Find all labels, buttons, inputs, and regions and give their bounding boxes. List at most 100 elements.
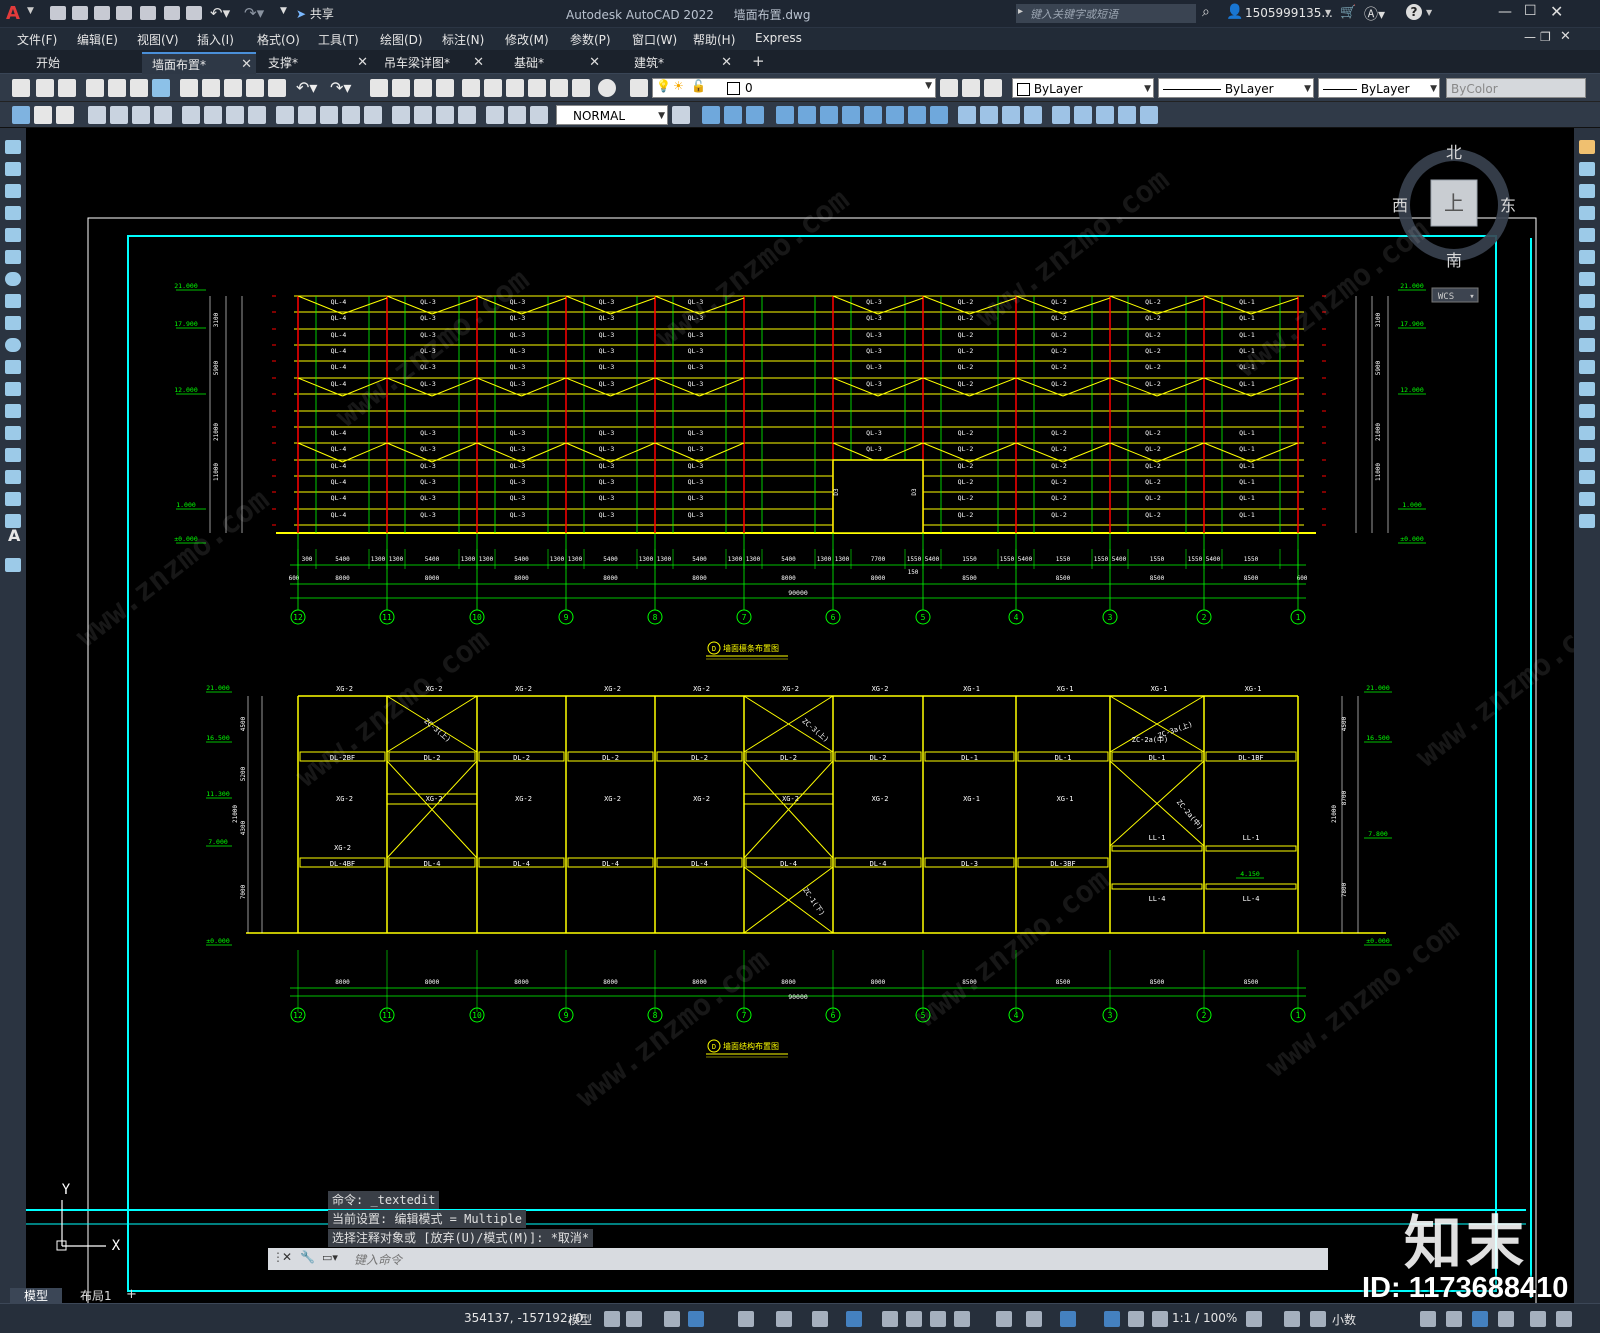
- dimension-break-icon[interactable]: [364, 106, 382, 124]
- selection-cycling-icon[interactable]: [930, 1311, 946, 1327]
- menu-express[interactable]: Express: [755, 31, 802, 45]
- redo-icon[interactable]: ↷▾: [330, 78, 351, 97]
- transparency-icon[interactable]: [906, 1311, 922, 1327]
- make-block-icon[interactable]: [5, 404, 21, 418]
- quick-properties-icon[interactable]: [1420, 1311, 1436, 1327]
- tab-crane-beam[interactable]: 吊车梁详图* ✕: [374, 52, 488, 74]
- redo-icon[interactable]: ↷▾: [244, 4, 264, 22]
- revision-cloud-icon[interactable]: [5, 294, 21, 308]
- modify-3d-8-icon[interactable]: [864, 106, 882, 124]
- inspection-icon[interactable]: [436, 106, 454, 124]
- render-2-icon[interactable]: [980, 106, 998, 124]
- markup-icon[interactable]: [550, 79, 568, 97]
- layer-properties-icon[interactable]: [630, 79, 648, 97]
- insert-block-icon[interactable]: [5, 382, 21, 396]
- model-space-toggle[interactable]: 模型: [568, 1311, 592, 1328]
- region-icon[interactable]: [5, 492, 21, 506]
- copy-icon[interactable]: [202, 79, 220, 97]
- modify-3d-1-icon[interactable]: [702, 106, 720, 124]
- dimension-update-icon[interactable]: [530, 106, 548, 124]
- tab-start[interactable]: 开始: [26, 52, 130, 74]
- ordinate-dimension-icon[interactable]: [154, 106, 172, 124]
- visual-3-icon[interactable]: [1096, 106, 1114, 124]
- tab-close-icon[interactable]: ✕: [357, 52, 368, 74]
- sheet-set-icon[interactable]: [528, 79, 546, 97]
- layout-tab-model[interactable]: 模型: [10, 1288, 63, 1304]
- hardware-acceleration-icon[interactable]: [1498, 1311, 1514, 1327]
- arc-length-icon[interactable]: [132, 106, 150, 124]
- zoom-window-icon[interactable]: [414, 79, 432, 97]
- join-icon[interactable]: [1579, 426, 1595, 440]
- ellipse-arc-icon[interactable]: [5, 360, 21, 374]
- dimension-style-icon[interactable]: [672, 106, 690, 124]
- arc-icon[interactable]: [5, 250, 21, 264]
- jogged-linear-icon[interactable]: [458, 106, 476, 124]
- text-style-dropdown[interactable]: NORMAL ▼: [556, 105, 668, 125]
- 3d-osnap-icon[interactable]: [954, 1311, 970, 1327]
- quick-dimension-icon[interactable]: [276, 106, 294, 124]
- menu-file[interactable]: 文件(F): [17, 31, 57, 48]
- modify-3d-3-icon[interactable]: [746, 106, 764, 124]
- visual-5-icon[interactable]: [1140, 106, 1158, 124]
- doc-minimize-icon[interactable]: —: [1524, 30, 1536, 44]
- center-mark-icon[interactable]: [414, 106, 432, 124]
- new-file-icon[interactable]: [50, 6, 66, 20]
- menu-tools[interactable]: 工具(T): [318, 31, 359, 48]
- annotation-monitor-icon[interactable]: [1284, 1311, 1300, 1327]
- layout-tab-layout1[interactable]: 布局1: [70, 1288, 122, 1304]
- tab-close-icon[interactable]: ✕: [473, 52, 484, 74]
- lineweight-dropdown[interactable]: ByLayer ▼: [1318, 78, 1440, 98]
- lock-icon[interactable]: 🔓: [691, 79, 706, 93]
- undo-icon[interactable]: ↶▾: [296, 78, 317, 97]
- maximize-icon[interactable]: ☐: [1524, 3, 1537, 19]
- tab-close-icon[interactable]: ✕: [589, 52, 600, 74]
- menu-draw[interactable]: 绘图(D): [380, 31, 423, 48]
- diameter-dimension-icon[interactable]: [226, 106, 244, 124]
- search-box[interactable]: ▸ 键入关键字或短语: [1016, 4, 1196, 23]
- render-1-icon[interactable]: [958, 106, 976, 124]
- close-icon[interactable]: ✕: [1550, 2, 1563, 21]
- tab-wall-layout[interactable]: 墙面布置* ✕: [142, 52, 256, 74]
- polyline-icon[interactable]: [5, 184, 21, 198]
- continue-dimension-icon[interactable]: [320, 106, 338, 124]
- plot-icon[interactable]: [186, 6, 202, 20]
- spline-icon[interactable]: [5, 316, 21, 330]
- units-icon[interactable]: [1310, 1311, 1326, 1327]
- polar-tracking-icon[interactable]: [738, 1311, 754, 1327]
- offset-icon[interactable]: [1579, 206, 1595, 220]
- tolerance-icon[interactable]: [392, 106, 410, 124]
- dimension-text-edit-icon[interactable]: [508, 106, 526, 124]
- plot-preview-icon[interactable]: [108, 79, 126, 97]
- user-name[interactable]: 1505999135...: [1245, 6, 1333, 20]
- search-input[interactable]: 键入关键字或短语: [1030, 6, 1118, 22]
- aligned-dimension-icon[interactable]: [110, 106, 128, 124]
- color-dropdown[interactable]: ByLayer ▼: [1012, 78, 1154, 98]
- new-icon[interactable]: [12, 79, 30, 97]
- menu-edit[interactable]: 编辑(E): [77, 31, 118, 48]
- modify-3d-6-icon[interactable]: [820, 106, 838, 124]
- new-tab-button[interactable]: +: [752, 52, 765, 70]
- minimize-icon[interactable]: —: [1498, 4, 1512, 20]
- copy-object-icon[interactable]: [1579, 162, 1595, 176]
- modify-3d-5-icon[interactable]: [798, 106, 816, 124]
- menu-format[interactable]: 格式(O): [257, 31, 300, 48]
- clean-screen-icon[interactable]: [1530, 1311, 1546, 1327]
- help-icon[interactable]: [598, 79, 616, 97]
- menu-dimension[interactable]: 标注(N): [442, 31, 484, 48]
- properties-icon[interactable]: [462, 79, 480, 97]
- polygon-icon[interactable]: [5, 206, 21, 220]
- lightbulb-icon[interactable]: 💡: [656, 79, 671, 93]
- chamfer-icon[interactable]: [1579, 448, 1595, 462]
- angular-dimension-icon[interactable]: [248, 106, 266, 124]
- paste-icon[interactable]: [224, 79, 242, 97]
- render-4-icon[interactable]: [1024, 106, 1042, 124]
- dynamic-ucs-icon[interactable]: [996, 1311, 1012, 1327]
- visual-4-icon[interactable]: [1118, 106, 1136, 124]
- lineweight-icon[interactable]: [882, 1311, 898, 1327]
- app-menu-chevron-icon[interactable]: ▼: [27, 6, 34, 16]
- draworder-icon[interactable]: [12, 106, 30, 124]
- save-icon[interactable]: [58, 79, 76, 97]
- hatch-icon[interactable]: [5, 448, 21, 462]
- dimension-edit-icon[interactable]: [486, 106, 504, 124]
- menu-window[interactable]: 窗口(W): [632, 31, 677, 48]
